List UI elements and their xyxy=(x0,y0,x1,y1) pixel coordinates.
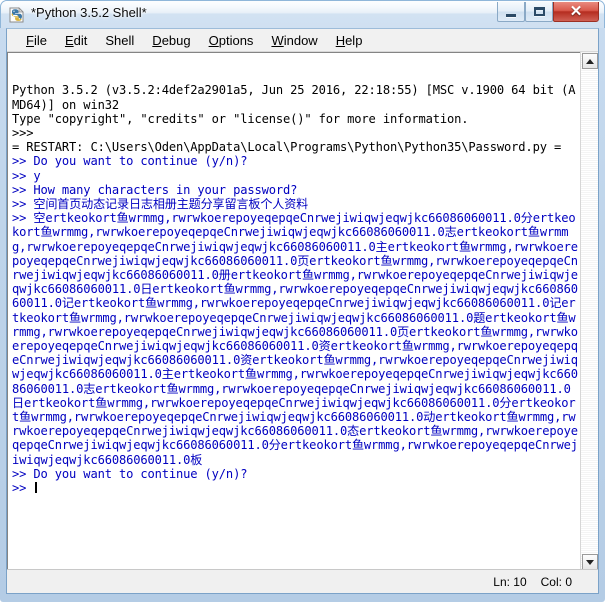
shell-output-textarea[interactable]: Python 3.5.2 (v3.5.2:4def2a2901a5, Jun 2… xyxy=(7,52,581,570)
menu-rest: Shell xyxy=(105,32,135,48)
menu-mnemonic: E xyxy=(64,32,74,48)
menu-item-help[interactable]: Help xyxy=(327,31,372,50)
minimize-icon xyxy=(506,13,516,17)
menu-item-shell[interactable]: Shell xyxy=(96,31,143,50)
status-col-indicator: Col: 0 xyxy=(540,574,572,589)
menu-mnemonic: O xyxy=(208,32,219,48)
shell-chinese-menu-line: >> 空间首页动态记录日志相册主题分享留言板个人资料 xyxy=(12,197,309,212)
menu-mnemonic: W xyxy=(271,32,284,48)
client-area: File Edit Shell Debug Options Window Hel… xyxy=(6,28,599,594)
menu-item-file[interactable]: File xyxy=(17,31,56,50)
maximize-button[interactable] xyxy=(525,2,553,22)
shell-restart-line: = RESTART: C:\Users\Oden\AppData\Local\P… xyxy=(12,140,562,155)
status-line-indicator: Ln: 10 xyxy=(493,574,527,589)
shell-banner-line-1: Python 3.5.2 (v3.5.2:4def2a2901a5, Jun 2… xyxy=(12,83,576,112)
shell-final-prompt: >> xyxy=(12,481,581,495)
shell-question-continue-2: >> Do you want to continue (y/n)? xyxy=(12,466,248,481)
idle-shell-window: *Python 3.5.2 Shell* ✕ File Edit Shell D… xyxy=(0,0,605,602)
menu-item-options[interactable]: Options xyxy=(200,31,263,50)
menu-item-debug[interactable]: Debug xyxy=(143,31,199,50)
shell-answer-y: >> y xyxy=(12,168,41,183)
maximize-icon xyxy=(533,7,545,16)
status-bar: Ln: 10 Col: 0 xyxy=(7,569,598,593)
text-cursor xyxy=(35,482,38,494)
menu-mnemonic: H xyxy=(335,32,346,48)
menu-rest: indow xyxy=(283,32,318,48)
triangle-up-icon xyxy=(586,58,594,64)
shell-text-region: Python 3.5.2 (v3.5.2:4def2a2901a5, Jun 2… xyxy=(7,52,598,571)
shell-banner-line-2: Type "copyright", "credits" or "license(… xyxy=(12,111,469,126)
shell-question-continue-1: >> Do you want to continue (y/n)? xyxy=(12,154,248,169)
menu-rest: elp xyxy=(345,32,363,48)
menu-rest: ebug xyxy=(161,32,191,48)
scroll-up-button[interactable] xyxy=(582,53,598,69)
menu-rest: ptions xyxy=(218,32,254,48)
shell-generated-password-block: >> 空ertkeokort鱼wrmmg,rwrwkoerepoyeqepqeC… xyxy=(12,211,578,467)
menu-mnemonic: F xyxy=(26,32,34,48)
menu-mnemonic: D xyxy=(152,32,162,48)
vertical-scrollbar[interactable] xyxy=(580,52,598,570)
triangle-down-icon xyxy=(586,559,594,565)
close-button[interactable]: ✕ xyxy=(553,2,599,22)
scroll-down-button[interactable] xyxy=(582,554,598,570)
menu-rest: ile xyxy=(33,32,47,48)
shell-question-length: >> How many characters in your password? xyxy=(12,182,298,197)
minimize-button[interactable] xyxy=(497,2,525,22)
shell-prompt-initial: >>> xyxy=(12,126,34,141)
final-prompt-text: >> xyxy=(12,481,34,496)
menu-rest: dit xyxy=(73,32,88,48)
menu-item-window[interactable]: Window xyxy=(262,31,326,50)
close-icon: ✕ xyxy=(569,3,583,20)
title-bar[interactable]: *Python 3.5.2 Shell* ✕ xyxy=(0,0,605,28)
menu-bar: File Edit Shell Debug Options Window Hel… xyxy=(7,29,598,52)
menu-item-edit[interactable]: Edit xyxy=(56,31,96,50)
window-title: *Python 3.5.2 Shell* xyxy=(31,5,147,20)
python-idle-icon xyxy=(9,7,24,23)
